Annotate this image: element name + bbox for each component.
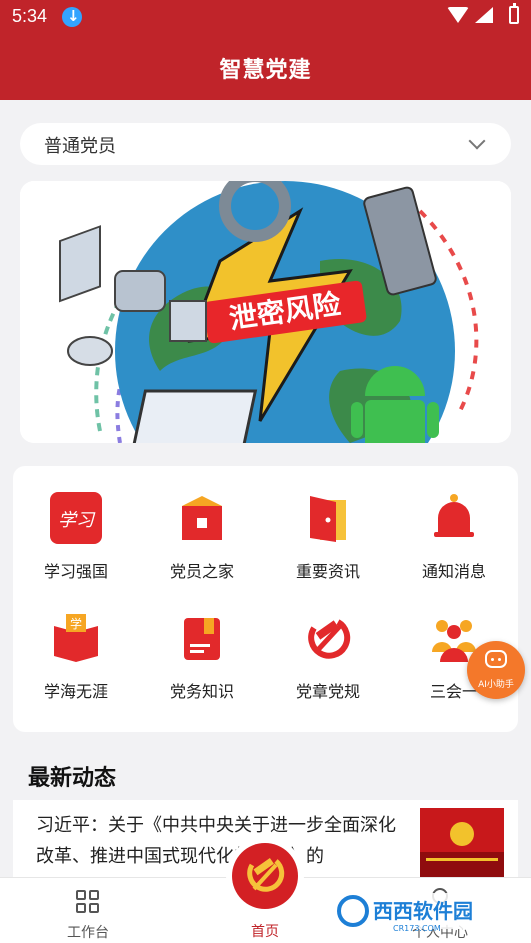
robot-icon (485, 650, 507, 668)
grid-item-label: 学习强国 (43, 562, 108, 581)
signal-icon (475, 7, 493, 23)
grid-item-rules[interactable]: 党章党规 (265, 586, 391, 701)
party-emblem-icon (247, 857, 285, 892)
svg-text:学习: 学习 (58, 510, 96, 531)
grid-item-label: 党员之家 (169, 562, 234, 581)
grid-item-xuexi[interactable]: 学习 学习强国 (13, 466, 139, 581)
news-section-title: 最新动态 (28, 766, 117, 791)
news-thumbnail (420, 808, 504, 880)
svg-text:CR173.COM: CR173.COM (393, 924, 441, 933)
role-select[interactable]: 普通党员 (20, 123, 511, 165)
nav-item-workbench[interactable]: 工作台 (28, 878, 148, 943)
svg-text:西西软件园: 西西软件园 (373, 899, 473, 923)
app-header: 5:34 智慧党建 (0, 0, 531, 100)
status-bar: 5:34 (0, 0, 531, 34)
bell-icon (434, 494, 474, 537)
folder-icon (184, 618, 220, 660)
grid-item-notice[interactable]: 通知消息 (391, 466, 517, 581)
nav-label-workbench: 工作台 (67, 925, 109, 941)
ai-assistant-button[interactable]: AI小助手 (467, 641, 525, 699)
book-icon: 学 (54, 614, 98, 662)
grid-item-label: 重要资讯 (295, 562, 360, 581)
svg-text:学: 学 (70, 616, 82, 631)
battery-icon (509, 3, 519, 24)
grid-item-label: 党章党规 (295, 682, 360, 701)
ai-assistant-label: AI小助手 (478, 680, 514, 690)
xuexi-qiangguo-icon: 学习 (50, 492, 102, 544)
status-time: 5:34 (12, 6, 48, 26)
grid-item-home[interactable]: 党员之家 (139, 466, 265, 581)
download-icon (62, 7, 82, 27)
news-title: 习近平：关于《中共中央关于进一步全面深化改革、推进中国式现代化的决定》的 (36, 815, 396, 867)
grid-item-label: 通知消息 (421, 562, 486, 581)
nav-item-home[interactable] (232, 843, 298, 909)
door-icon (310, 496, 346, 542)
grid-item-news[interactable]: 重要资讯 (265, 466, 391, 581)
grid-item-label: 学海无涯 (43, 682, 108, 701)
banner-carousel[interactable]: 泄密风险 (20, 181, 511, 443)
party-emblem-icon (308, 619, 351, 659)
grid-item-label: 党务知识 (169, 682, 234, 701)
home-icon (182, 496, 222, 540)
page-title: 智慧党建 (219, 58, 312, 83)
grid-item-knowledge[interactable]: 党务知识 (139, 586, 265, 701)
watermark-logo: 西西软件园 CR173.COM (333, 887, 521, 935)
grid-icon (76, 890, 100, 914)
role-select-value: 普通党员 (44, 136, 116, 157)
grid-item-study[interactable]: 学 学海无涯 (13, 586, 139, 701)
nav-label-home: 首页 (251, 924, 279, 940)
wifi-icon (447, 7, 469, 23)
chevron-down-icon (468, 132, 486, 150)
banner-image: 泄密风险 (20, 181, 511, 443)
function-grid: 学习 学习强国 党员之家 重要资讯 通知消息 学 学海无涯 党务知识 党章党规 … (13, 466, 518, 732)
